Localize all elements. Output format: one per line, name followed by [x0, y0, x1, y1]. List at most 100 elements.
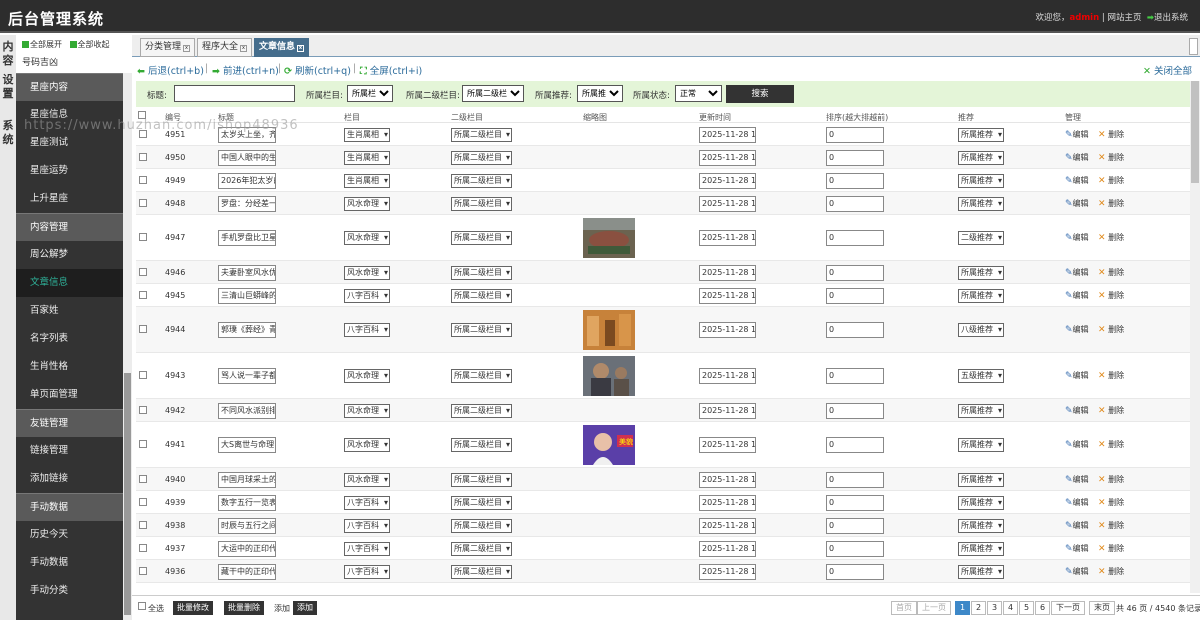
delete-button[interactable]: ✕ 删除 — [1098, 474, 1124, 485]
sidebar-scroll-thumb[interactable] — [124, 373, 131, 615]
row-title-input[interactable]: 手机罗盘比卫星 — [218, 230, 276, 246]
row-subcolumn-select[interactable]: 所属二级栏目 — [451, 472, 512, 487]
row-time-input[interactable]: 2025-11-28 10 — [699, 563, 756, 580]
close-all-button[interactable]: ✕ 关闭全部 — [1143, 63, 1192, 77]
row-time-input[interactable]: 2025-11-28 10 — [699, 540, 756, 557]
row-column-select[interactable]: 生肖属相 — [344, 127, 390, 142]
delete-button[interactable]: ✕ 删除 — [1098, 267, 1124, 278]
row-time-input[interactable]: 2025-11-28 10 — [699, 287, 756, 304]
row-order-input[interactable]: 0 — [826, 264, 884, 281]
sidebar-section[interactable]: 友链管理 — [16, 409, 123, 437]
row-title-input[interactable]: 郭璞《葬经》青 — [218, 322, 276, 338]
row-order-input[interactable]: 0 — [826, 195, 884, 212]
row-recommend-select[interactable]: 所属推荐 — [958, 438, 1004, 452]
edit-button[interactable]: ✎编辑 — [1065, 152, 1089, 163]
delete-button[interactable]: ✕ 删除 — [1098, 129, 1124, 140]
sidebar-scrollbar[interactable] — [123, 73, 132, 620]
row-time-input[interactable]: 2025-11-28 10 — [699, 195, 756, 212]
row-column-select[interactable]: 生肖属相 — [344, 150, 390, 165]
row-time-input[interactable]: 2025-11-28 10 — [699, 402, 756, 419]
row-recommend-select[interactable]: 所属推荐 — [958, 127, 1004, 142]
row-column-select[interactable]: 八字百科 — [344, 518, 390, 533]
row-time-input[interactable]: 2025-11-28 10 — [699, 172, 756, 189]
row-checkbox[interactable] — [139, 520, 147, 529]
page-number[interactable]: 4 — [1003, 601, 1019, 615]
row-checkbox[interactable] — [139, 566, 147, 575]
row-order-input[interactable]: 0 — [826, 494, 884, 511]
row-recommend-select[interactable]: 二级推荐 — [958, 231, 1004, 245]
sidebar-item[interactable]: 手动数据 — [16, 549, 123, 577]
first-page[interactable]: 首页 — [891, 601, 917, 615]
row-checkbox[interactable] — [139, 175, 147, 184]
row-column-select[interactable]: 八字百科 — [344, 564, 390, 579]
page-number[interactable]: 3 — [987, 601, 1003, 615]
column-select[interactable]: 所属栏目 — [347, 85, 393, 102]
row-recommend-select[interactable]: 八级推荐 — [958, 323, 1004, 337]
row-column-select[interactable]: 八字百科 — [344, 495, 390, 510]
delete-button[interactable]: ✕ 删除 — [1098, 232, 1124, 243]
row-column-select[interactable]: 生肖属相 — [344, 173, 390, 188]
row-subcolumn-select[interactable]: 所属二级栏目 — [451, 288, 512, 303]
delete-button[interactable]: ✕ 删除 — [1098, 520, 1124, 531]
row-checkbox[interactable] — [139, 497, 147, 506]
row-title-input[interactable]: 时辰与五行之间 — [218, 517, 276, 534]
row-subcolumn-select[interactable]: 所属二级栏目 — [451, 369, 512, 383]
row-subcolumn-select[interactable]: 所属二级栏目 — [451, 323, 512, 337]
content-scroll-thumb[interactable] — [1191, 81, 1199, 183]
row-checkbox[interactable] — [139, 233, 147, 241]
row-title-input[interactable]: 数字五行一览表 — [218, 494, 276, 511]
row-time-input[interactable]: 2025-11-28 10 — [699, 437, 756, 453]
delete-button[interactable]: ✕ 删除 — [1098, 543, 1124, 554]
row-recommend-select[interactable]: 所属推荐 — [958, 564, 1004, 579]
row-subcolumn-select[interactable]: 所属二级栏目 — [451, 564, 512, 579]
sidebar-section[interactable]: 内容管理 — [16, 213, 123, 241]
row-subcolumn-select[interactable]: 所属二级栏目 — [451, 173, 512, 188]
row-order-input[interactable]: 0 — [826, 230, 884, 246]
row-column-select[interactable]: 八字百科 — [344, 541, 390, 556]
logout-link[interactable]: 退出系统 — [1154, 13, 1188, 23]
edit-button[interactable]: ✎编辑 — [1065, 324, 1089, 335]
row-subcolumn-select[interactable]: 所属二级栏目 — [451, 518, 512, 533]
row-order-input[interactable]: 0 — [826, 517, 884, 534]
row-title-input[interactable]: 大运中的正印代 — [218, 540, 276, 557]
last-page[interactable]: 末页 — [1089, 601, 1115, 615]
sidebar-section[interactable]: 星座内容 — [16, 73, 123, 101]
leftnav-system[interactable]: 系统 — [0, 101, 16, 147]
subcolumn-select[interactable]: 所属二级栏目 — [462, 85, 524, 102]
row-time-input[interactable]: 2025-11-28 10 — [699, 471, 756, 488]
row-title-input[interactable]: 2026年犯太岁的 — [218, 172, 276, 189]
row-checkbox[interactable] — [139, 440, 147, 448]
delete-button[interactable]: ✕ 删除 — [1098, 152, 1124, 163]
edit-button[interactable]: ✎编辑 — [1065, 232, 1089, 243]
tab-scroll-button[interactable] — [1189, 38, 1198, 55]
row-subcolumn-select[interactable]: 所属二级栏目 — [451, 127, 512, 142]
row-checkbox[interactable] — [139, 290, 147, 299]
row-title-input[interactable]: 三清山巨蟒峰的 — [218, 287, 276, 304]
row-subcolumn-select[interactable]: 所属二级栏目 — [451, 541, 512, 556]
row-title-input[interactable]: 藏干中的正印代 — [218, 563, 276, 580]
next-page[interactable]: 下一页 — [1051, 601, 1085, 615]
batch-delete-button[interactable]: 批量删除 — [224, 601, 264, 615]
sidebar-item[interactable]: 文章信息 — [16, 269, 123, 297]
delete-button[interactable]: ✕ 删除 — [1098, 405, 1124, 416]
add-button[interactable]: 添加 — [293, 601, 317, 615]
row-order-input[interactable]: 0 — [826, 368, 884, 384]
row-order-input[interactable]: 0 — [826, 149, 884, 166]
footer-select-all-checkbox[interactable] — [138, 602, 146, 610]
title-input[interactable] — [174, 85, 295, 102]
row-subcolumn-select[interactable]: 所属二级栏目 — [451, 403, 512, 418]
row-time-input[interactable]: 2025-11-28 10 — [699, 126, 756, 143]
row-recommend-select[interactable]: 所属推荐 — [958, 541, 1004, 556]
tab-programs[interactable]: 程序大全 x — [197, 38, 253, 57]
row-column-select[interactable]: 风水命理 — [344, 196, 390, 211]
row-column-select[interactable]: 风水命理 — [344, 438, 390, 452]
row-order-input[interactable]: 0 — [826, 540, 884, 557]
sidebar-item[interactable]: 生肖性格 — [16, 353, 123, 381]
sidebar-item[interactable]: 单页面管理 — [16, 381, 123, 409]
edit-button[interactable]: ✎编辑 — [1065, 405, 1089, 416]
row-time-input[interactable]: 2025-11-28 10 — [699, 368, 756, 384]
delete-button[interactable]: ✕ 删除 — [1098, 370, 1124, 381]
row-checkbox[interactable] — [139, 198, 147, 207]
tab-category[interactable]: 分类管理 x — [140, 38, 196, 57]
row-column-select[interactable]: 风水命理 — [344, 231, 390, 245]
